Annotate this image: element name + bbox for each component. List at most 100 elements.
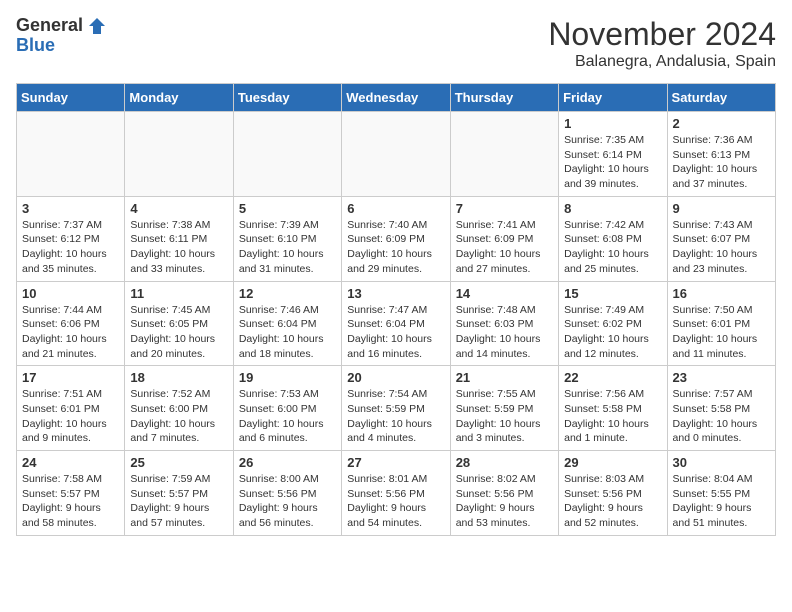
- day-number: 24: [22, 455, 119, 470]
- day-info: Sunrise: 7:53 AM Sunset: 6:00 PM Dayligh…: [239, 387, 336, 446]
- calendar-cell: 6 Sunrise: 7:40 AM Sunset: 6:09 PM Daylig…: [342, 196, 450, 281]
- header-friday: Friday: [559, 84, 667, 112]
- day-info: Sunrise: 7:43 AM Sunset: 6:07 PM Dayligh…: [673, 218, 770, 277]
- day-number: 9: [673, 201, 770, 216]
- calendar-cell: 16 Sunrise: 7:50 AM Sunset: 6:01 PM Dayli…: [667, 281, 775, 366]
- day-number: 29: [564, 455, 661, 470]
- day-info: Sunrise: 7:56 AM Sunset: 5:58 PM Dayligh…: [564, 387, 661, 446]
- week-row-1: 3 Sunrise: 7:37 AM Sunset: 6:12 PM Daylig…: [17, 196, 776, 281]
- week-row-4: 24 Sunrise: 7:58 AM Sunset: 5:57 PM Dayli…: [17, 451, 776, 536]
- day-number: 5: [239, 201, 336, 216]
- day-number: 20: [347, 370, 444, 385]
- calendar-cell: [450, 112, 558, 197]
- day-info: Sunrise: 7:45 AM Sunset: 6:05 PM Dayligh…: [130, 303, 227, 362]
- calendar-cell: [125, 112, 233, 197]
- calendar-cell: 10Sunrise: 7:44 AM Sunset: 6:06 PM Dayli…: [17, 281, 125, 366]
- day-number: 21: [456, 370, 553, 385]
- day-info: Sunrise: 8:00 AM Sunset: 5:56 PM Dayligh…: [239, 472, 336, 531]
- calendar-cell: 20 Sunrise: 7:54 AM Sunset: 5:59 PM Dayli…: [342, 366, 450, 451]
- location-title: Balanegra, Andalusia, Spain: [548, 53, 776, 71]
- calendar-cell: 23 Sunrise: 7:57 AM Sunset: 5:58 PM Dayli…: [667, 366, 775, 451]
- week-row-0: 1Sunrise: 7:35 AM Sunset: 6:14 PM Daylig…: [17, 112, 776, 197]
- title-block: November 2024 Balanegra, Andalusia, Spai…: [548, 16, 776, 71]
- calendar-cell: 29Sunrise: 8:03 AM Sunset: 5:56 PM Dayli…: [559, 451, 667, 536]
- day-number: 1: [564, 116, 661, 131]
- logo: General Blue: [16, 16, 105, 56]
- calendar-cell: 14 Sunrise: 7:48 AM Sunset: 6:03 PM Dayli…: [450, 281, 558, 366]
- calendar-cell: 15Sunrise: 7:49 AM Sunset: 6:02 PM Dayli…: [559, 281, 667, 366]
- day-number: 12: [239, 286, 336, 301]
- day-info: Sunrise: 7:40 AM Sunset: 6:09 PM Dayligh…: [347, 218, 444, 277]
- day-info: Sunrise: 7:58 AM Sunset: 5:57 PM Dayligh…: [22, 472, 119, 531]
- day-info: Sunrise: 7:52 AM Sunset: 6:00 PM Dayligh…: [130, 387, 227, 446]
- calendar-cell: 11 Sunrise: 7:45 AM Sunset: 6:05 PM Dayli…: [125, 281, 233, 366]
- calendar-cell: 4 Sunrise: 7:38 AM Sunset: 6:11 PM Daylig…: [125, 196, 233, 281]
- day-info: Sunrise: 8:02 AM Sunset: 5:56 PM Dayligh…: [456, 472, 553, 531]
- day-info: Sunrise: 7:50 AM Sunset: 6:01 PM Dayligh…: [673, 303, 770, 362]
- calendar-cell: [342, 112, 450, 197]
- day-number: 7: [456, 201, 553, 216]
- day-info: Sunrise: 7:57 AM Sunset: 5:58 PM Dayligh…: [673, 387, 770, 446]
- day-number: 11: [130, 286, 227, 301]
- day-info: Sunrise: 8:01 AM Sunset: 5:56 PM Dayligh…: [347, 472, 444, 531]
- calendar-cell: 5Sunrise: 7:39 AM Sunset: 6:10 PM Daylig…: [233, 196, 341, 281]
- logo-blue: Blue: [16, 36, 105, 56]
- calendar-cell: 19Sunrise: 7:53 AM Sunset: 6:00 PM Dayli…: [233, 366, 341, 451]
- day-info: Sunrise: 7:51 AM Sunset: 6:01 PM Dayligh…: [22, 387, 119, 446]
- calendar-cell: 13 Sunrise: 7:47 AM Sunset: 6:04 PM Dayli…: [342, 281, 450, 366]
- day-number: 15: [564, 286, 661, 301]
- calendar-cell: 28 Sunrise: 8:02 AM Sunset: 5:56 PM Dayli…: [450, 451, 558, 536]
- day-info: Sunrise: 7:37 AM Sunset: 6:12 PM Dayligh…: [22, 218, 119, 277]
- day-number: 27: [347, 455, 444, 470]
- calendar-cell: 7 Sunrise: 7:41 AM Sunset: 6:09 PM Daylig…: [450, 196, 558, 281]
- calendar-cell: 17 Sunrise: 7:51 AM Sunset: 6:01 PM Dayli…: [17, 366, 125, 451]
- calendar-cell: 18 Sunrise: 7:52 AM Sunset: 6:00 PM Dayli…: [125, 366, 233, 451]
- day-number: 17: [22, 370, 119, 385]
- day-info: Sunrise: 7:47 AM Sunset: 6:04 PM Dayligh…: [347, 303, 444, 362]
- day-info: Sunrise: 7:44 AM Sunset: 6:06 PM Dayligh…: [22, 303, 119, 362]
- day-number: 16: [673, 286, 770, 301]
- day-info: Sunrise: 7:46 AM Sunset: 6:04 PM Dayligh…: [239, 303, 336, 362]
- header-monday: Monday: [125, 84, 233, 112]
- day-number: 13: [347, 286, 444, 301]
- week-row-2: 10Sunrise: 7:44 AM Sunset: 6:06 PM Dayli…: [17, 281, 776, 366]
- calendar-cell: 12 Sunrise: 7:46 AM Sunset: 6:04 PM Dayli…: [233, 281, 341, 366]
- calendar-cell: 24 Sunrise: 7:58 AM Sunset: 5:57 PM Dayli…: [17, 451, 125, 536]
- month-title: November 2024: [548, 16, 776, 53]
- logo-bird-icon: [85, 16, 105, 36]
- day-info: Sunrise: 7:55 AM Sunset: 5:59 PM Dayligh…: [456, 387, 553, 446]
- day-number: 3: [22, 201, 119, 216]
- calendar-cell: [17, 112, 125, 197]
- logo-general: General: [16, 16, 83, 36]
- day-number: 4: [130, 201, 227, 216]
- header-wednesday: Wednesday: [342, 84, 450, 112]
- day-number: 8: [564, 201, 661, 216]
- day-info: Sunrise: 7:54 AM Sunset: 5:59 PM Dayligh…: [347, 387, 444, 446]
- calendar-cell: 21 Sunrise: 7:55 AM Sunset: 5:59 PM Dayli…: [450, 366, 558, 451]
- calendar-cell: 25Sunrise: 7:59 AM Sunset: 5:57 PM Dayli…: [125, 451, 233, 536]
- calendar-table: SundayMondayTuesdayWednesdayThursdayFrid…: [16, 83, 776, 536]
- calendar-cell: 22Sunrise: 7:56 AM Sunset: 5:58 PM Dayli…: [559, 366, 667, 451]
- calendar-cell: 3 Sunrise: 7:37 AM Sunset: 6:12 PM Daylig…: [17, 196, 125, 281]
- calendar-cell: 8 Sunrise: 7:42 AM Sunset: 6:08 PM Daylig…: [559, 196, 667, 281]
- day-number: 6: [347, 201, 444, 216]
- day-info: Sunrise: 7:38 AM Sunset: 6:11 PM Dayligh…: [130, 218, 227, 277]
- day-number: 25: [130, 455, 227, 470]
- calendar-cell: [233, 112, 341, 197]
- header-sunday: Sunday: [17, 84, 125, 112]
- calendar-cell: 9 Sunrise: 7:43 AM Sunset: 6:07 PM Daylig…: [667, 196, 775, 281]
- day-number: 14: [456, 286, 553, 301]
- day-info: Sunrise: 7:42 AM Sunset: 6:08 PM Dayligh…: [564, 218, 661, 277]
- page-header: General Blue November 2024 Balanegra, An…: [16, 16, 776, 71]
- day-number: 28: [456, 455, 553, 470]
- day-info: Sunrise: 7:36 AM Sunset: 6:13 PM Dayligh…: [673, 133, 770, 192]
- day-info: Sunrise: 7:41 AM Sunset: 6:09 PM Dayligh…: [456, 218, 553, 277]
- day-info: Sunrise: 8:04 AM Sunset: 5:55 PM Dayligh…: [673, 472, 770, 531]
- day-info: Sunrise: 7:48 AM Sunset: 6:03 PM Dayligh…: [456, 303, 553, 362]
- header-tuesday: Tuesday: [233, 84, 341, 112]
- day-number: 23: [673, 370, 770, 385]
- calendar-cell: 2Sunrise: 7:36 AM Sunset: 6:13 PM Daylig…: [667, 112, 775, 197]
- day-number: 18: [130, 370, 227, 385]
- calendar-cell: 26Sunrise: 8:00 AM Sunset: 5:56 PM Dayli…: [233, 451, 341, 536]
- header-thursday: Thursday: [450, 84, 558, 112]
